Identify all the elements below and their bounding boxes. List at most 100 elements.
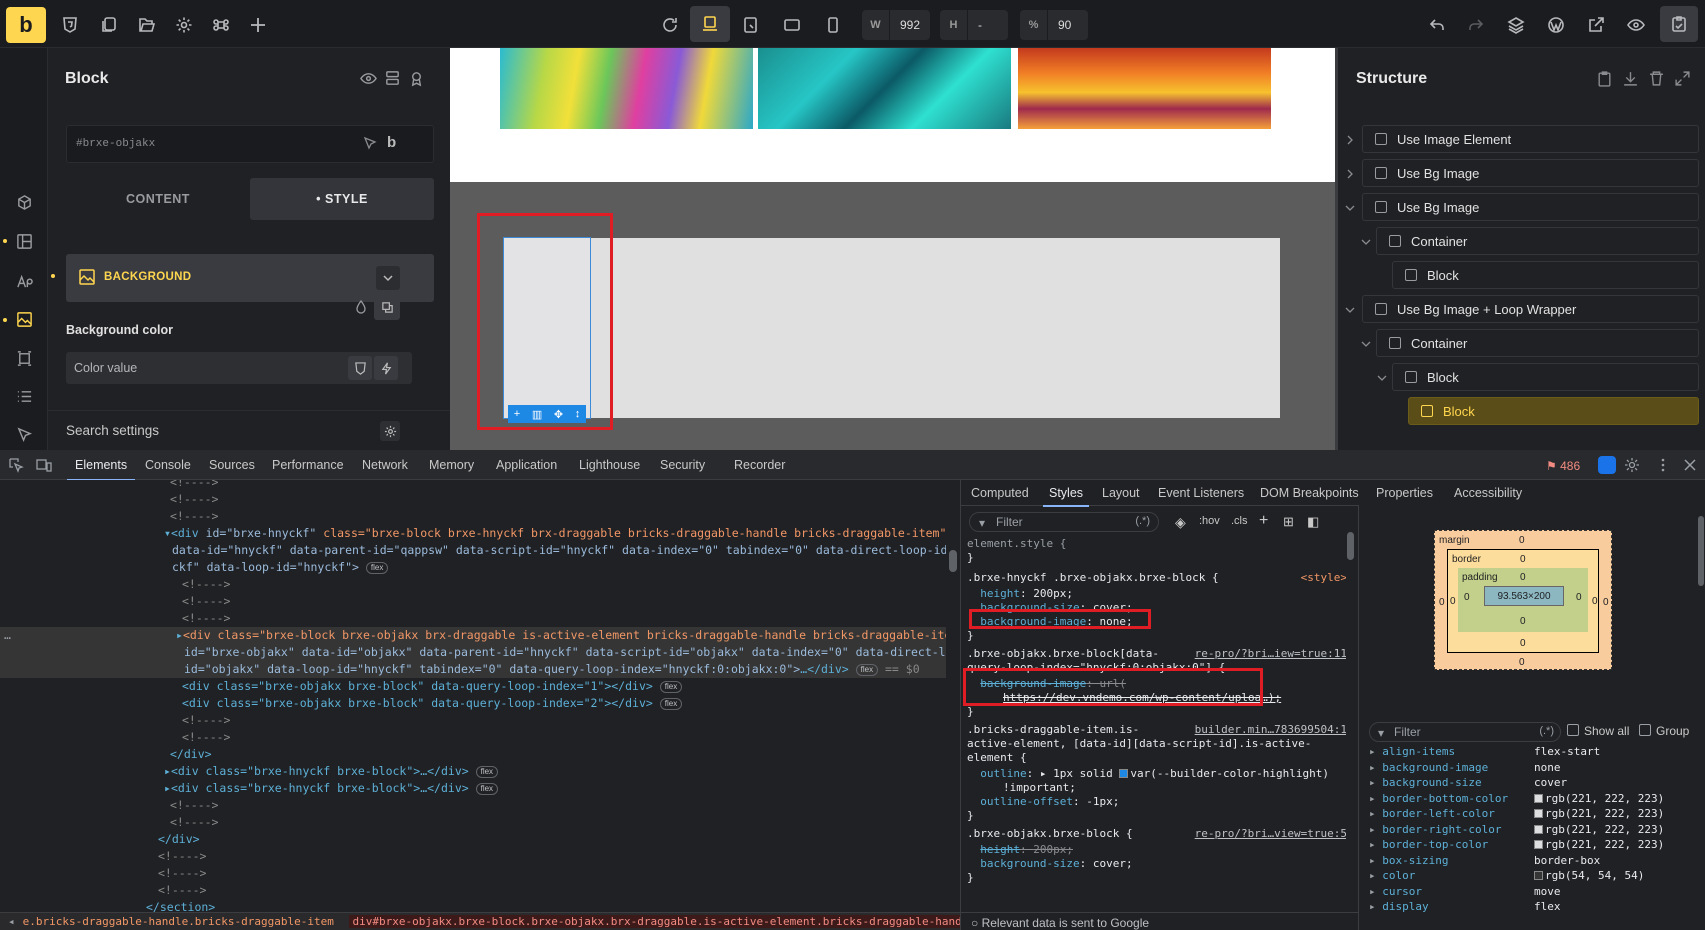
zoom-value[interactable]: 90 bbox=[1048, 18, 1081, 32]
css-rules-list[interactable]: element.style { } .brxe-hnyckf .brxe-obj… bbox=[961, 536, 1346, 910]
dom-node-hnyckf[interactable]: ▾<div id="brxe-hnyckf" class="brxe-block… bbox=[0, 525, 946, 542]
loop-wrapper-block[interactable] bbox=[504, 238, 1280, 418]
typography-icon[interactable] bbox=[12, 269, 36, 293]
tab-properties[interactable]: Properties bbox=[1376, 486, 1433, 500]
trash-icon[interactable] bbox=[1648, 70, 1665, 87]
bricks-b-icon[interactable]: b bbox=[387, 134, 396, 151]
chevron-down-icon[interactable] bbox=[1344, 202, 1356, 214]
builder-canvas[interactable]: + ▥ ✥ ↕ bbox=[450, 48, 1338, 450]
dom-comment[interactable]: <!----> bbox=[0, 814, 946, 831]
show-all-checkbox[interactable] bbox=[1567, 724, 1579, 736]
dom-comment[interactable]: <!----> bbox=[0, 865, 946, 882]
css-rule-selector[interactable]: .brxe-objakx.brxe-block {re-pro/?bri…vie… bbox=[967, 826, 1346, 841]
undo-icon[interactable] bbox=[1424, 12, 1450, 38]
elements-scrollbar[interactable] bbox=[946, 480, 960, 912]
css-rule-selector[interactable]: .brxe-hnyckf .brxe-objakx.brxe-block {<s… bbox=[967, 570, 1346, 585]
close-icon[interactable] bbox=[1682, 457, 1698, 473]
computed-scrollbar[interactable] bbox=[1696, 506, 1705, 930]
new-rule-plus-icon[interactable]: + bbox=[1259, 512, 1268, 530]
tab-dom-breakpoints[interactable]: DOM Breakpoints bbox=[1260, 486, 1359, 500]
tab-console[interactable]: Console bbox=[145, 458, 191, 472]
dom-comment[interactable]: <!----> bbox=[0, 491, 946, 508]
shield-icon[interactable] bbox=[57, 12, 83, 38]
structure-item[interactable]: Use Bg Image bbox=[1362, 159, 1699, 187]
structure-item[interactable]: Block bbox=[1392, 363, 1699, 391]
tab-application[interactable]: Application bbox=[496, 458, 557, 472]
chevron-right-icon[interactable] bbox=[1344, 168, 1356, 180]
save-clipboard-icon[interactable] bbox=[1660, 6, 1698, 42]
spacing-icon[interactable] bbox=[12, 346, 36, 370]
breadcrumb-item[interactable]: e.bricks-draggable-handle.bricks-draggab… bbox=[23, 915, 334, 928]
visibility-eye-icon[interactable] bbox=[360, 70, 378, 88]
computed-property[interactable]: ▸ border-bottom-color rgb(221, 222, 223) bbox=[1369, 791, 1689, 807]
dom-comment[interactable]: <!----> bbox=[0, 797, 946, 814]
dom-close-tag[interactable]: </div> bbox=[0, 746, 946, 763]
dom-comment[interactable]: <!----> bbox=[0, 610, 946, 627]
dom-close-tag[interactable]: </section> bbox=[0, 899, 946, 912]
regex-toggle[interactable]: (.*) bbox=[1135, 515, 1150, 527]
height-field[interactable]: H - bbox=[940, 10, 1008, 40]
breadcrumb-item-selected[interactable]: div#brxe-objakx.brxe-block.brxe-objakx.b… bbox=[348, 915, 960, 928]
dom-comment[interactable]: <!----> bbox=[0, 882, 946, 899]
redo-icon[interactable] bbox=[1463, 12, 1489, 38]
computed-property[interactable]: ▸ cursor move bbox=[1369, 884, 1689, 900]
cube-icon[interactable] bbox=[12, 190, 36, 214]
dom-node[interactable]: <div class="brxe-objakx brxe-block" data… bbox=[0, 678, 946, 695]
tab-network[interactable]: Network bbox=[362, 458, 408, 472]
elements-dom-tree[interactable]: <!----> <!----> <!----> ▾<div id="brxe-h… bbox=[0, 480, 960, 912]
dom-node-attrs[interactable]: ckf" data-loop-id="hnyckf"> flex bbox=[0, 559, 946, 576]
computed-property[interactable]: ▸ background-image none bbox=[1369, 760, 1689, 776]
cursor-pointer-icon[interactable] bbox=[12, 422, 36, 446]
padding-bottom-value[interactable]: 0 bbox=[1520, 616, 1526, 627]
layers-icon[interactable] bbox=[1503, 12, 1529, 38]
dom-node[interactable]: ▸<div class="brxe-hnyckf brxe-block">…</… bbox=[0, 780, 946, 797]
sidebar-toggle-icon[interactable]: ◧ bbox=[1307, 514, 1319, 530]
chevron-down-icon[interactable] bbox=[376, 266, 400, 290]
css-declaration[interactable]: background-size: cover; bbox=[967, 856, 1346, 871]
select-pointer-icon[interactable] bbox=[363, 136, 377, 150]
dom-comment[interactable]: <!----> bbox=[0, 848, 946, 865]
issues-badge[interactable]: ⚑ 486 bbox=[1546, 459, 1580, 473]
dynamic-data-bolt-button[interactable] bbox=[374, 356, 398, 380]
sync-icon[interactable] bbox=[1598, 456, 1616, 474]
computed-property[interactable]: ▸ border-left-color rgb(221, 222, 223) bbox=[1369, 806, 1689, 822]
command-icon[interactable] bbox=[208, 12, 234, 38]
width-value[interactable]: 992 bbox=[890, 18, 930, 32]
dom-node-attrs[interactable]: data-id="hnyckf" data-parent-id="qappsw"… bbox=[0, 542, 960, 559]
dom-node-attrs[interactable]: id="brxe-objakx" data-id="objakx" data-p… bbox=[0, 644, 960, 661]
dom-comment[interactable]: <!----> bbox=[0, 576, 946, 593]
color-swatch[interactable] bbox=[1534, 840, 1543, 849]
tab-lighthouse[interactable]: Lighthouse bbox=[579, 458, 640, 472]
border-right-value[interactable]: 0 bbox=[1592, 596, 1598, 607]
margin-bottom-value[interactable]: 0 bbox=[1519, 657, 1525, 668]
css-declaration[interactable]: outline-offset: -1px; bbox=[967, 794, 1346, 809]
css-declaration[interactable]: height: 200px; bbox=[967, 586, 1346, 601]
tab-sources[interactable]: Sources bbox=[209, 458, 255, 472]
variable-shield-button[interactable] bbox=[348, 356, 372, 380]
tab-layout[interactable]: Layout bbox=[1102, 486, 1140, 500]
dom-node[interactable]: <div class="brxe-objakx brxe-block" data… bbox=[0, 695, 946, 712]
chevron-down-icon[interactable] bbox=[1376, 372, 1388, 384]
dom-comment[interactable]: <!----> bbox=[0, 480, 946, 491]
tab-memory[interactable]: Memory bbox=[429, 458, 474, 472]
computed-property[interactable]: ▸ color rgb(54, 54, 54) bbox=[1369, 868, 1689, 884]
refresh-icon[interactable] bbox=[657, 12, 683, 38]
dom-comment[interactable]: <!----> bbox=[0, 712, 946, 729]
scroll-thumb[interactable] bbox=[949, 550, 957, 572]
border-top-value[interactable]: 0 bbox=[1520, 554, 1526, 565]
dom-node[interactable]: ▸<div class="brxe-hnyckf brxe-block">…</… bbox=[0, 763, 946, 780]
dom-node-selected[interactable]: ▸<div class="brxe-block brxe-objakx brx-… bbox=[0, 627, 960, 644]
css-rule-selector[interactable]: element.style { bbox=[967, 536, 1346, 551]
zoom-field[interactable]: % 90 bbox=[1020, 10, 1088, 40]
structure-item[interactable]: Container bbox=[1376, 329, 1699, 357]
tab-styles[interactable]: Styles bbox=[1042, 486, 1090, 507]
expand-icon[interactable] bbox=[1674, 70, 1691, 87]
layout-icon[interactable] bbox=[12, 229, 36, 253]
tab-style[interactable]: • STYLE bbox=[250, 178, 434, 220]
box-model-content[interactable]: 93.563×200 bbox=[1484, 586, 1564, 606]
border-left-value[interactable]: 0 bbox=[1450, 596, 1456, 607]
chevron-down-icon[interactable] bbox=[1360, 236, 1372, 248]
styles-scrollbar[interactable] bbox=[1346, 510, 1355, 910]
painting-image-2[interactable] bbox=[758, 48, 1011, 129]
color-swatch[interactable] bbox=[1534, 824, 1543, 834]
